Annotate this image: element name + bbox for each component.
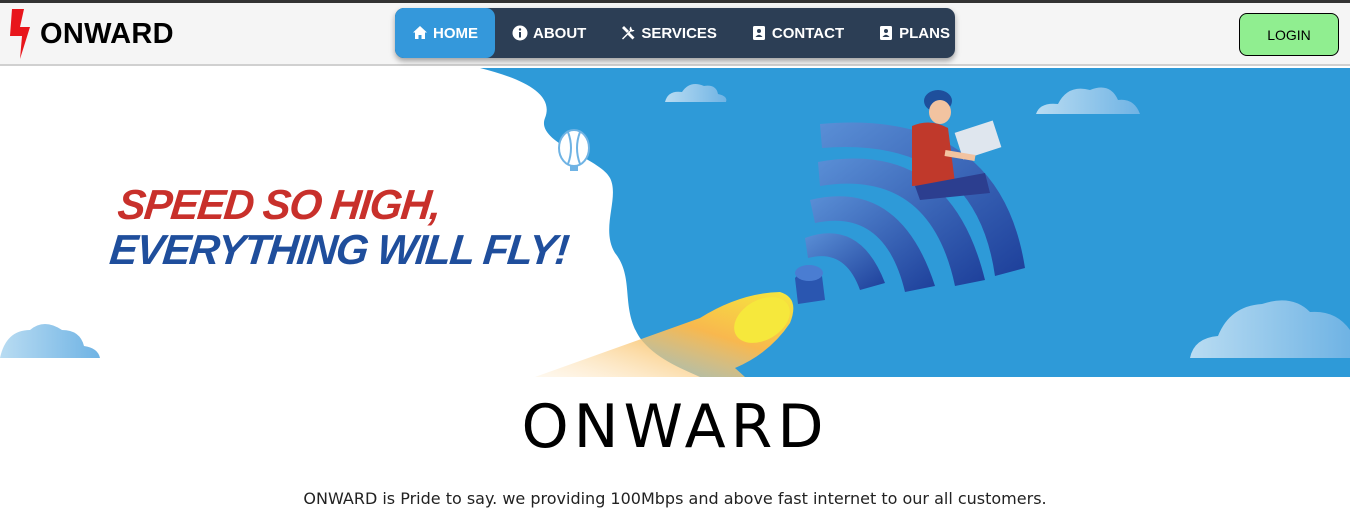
nav-home[interactable]: HOME bbox=[395, 8, 495, 58]
brand-name: ONWARD bbox=[40, 17, 174, 50]
info-icon bbox=[512, 25, 528, 41]
lightning-bolt-icon bbox=[10, 9, 30, 59]
hero-slogan-line2: EVERYTHING WILL FLY! bbox=[107, 226, 571, 273]
nav-about-label: ABOUT bbox=[533, 24, 587, 42]
nav-home-label: HOME bbox=[433, 24, 478, 42]
login-button[interactable]: LOGIN bbox=[1239, 13, 1339, 56]
hero-banner: SPEED SO HIGH, EVERYTHING WILL FLY! bbox=[0, 68, 1350, 377]
sky-area bbox=[480, 68, 1350, 377]
main-nav: HOME ABOUT SERVICES CONTACT PLANS bbox=[395, 8, 955, 58]
cloud-icon bbox=[0, 324, 100, 358]
nav-services[interactable]: SERVICES bbox=[603, 8, 734, 58]
nav-about[interactable]: ABOUT bbox=[495, 8, 603, 58]
page-title: ONWARD bbox=[521, 392, 829, 462]
tagline: ONWARD is Pride to say. we providing 100… bbox=[303, 489, 1047, 508]
balloon-icon bbox=[558, 129, 590, 171]
site-header: ONWARD HOME ABOUT SERVICES CONTACT PLANS… bbox=[0, 3, 1350, 66]
plans-card-icon bbox=[880, 26, 893, 40]
nav-contact[interactable]: CONTACT bbox=[734, 8, 861, 58]
brand-logo[interactable]: ONWARD bbox=[8, 9, 174, 59]
nav-plans-label: PLANS bbox=[899, 24, 950, 42]
nav-contact-label: CONTACT bbox=[771, 24, 845, 42]
nav-services-label: SERVICES bbox=[641, 24, 717, 42]
contact-card-icon bbox=[752, 26, 765, 40]
nav-plans[interactable]: PLANS bbox=[861, 8, 967, 58]
hero-slogan-line1: SPEED SO HIGH, bbox=[115, 181, 443, 228]
tools-icon bbox=[622, 26, 635, 40]
home-icon bbox=[413, 26, 427, 39]
